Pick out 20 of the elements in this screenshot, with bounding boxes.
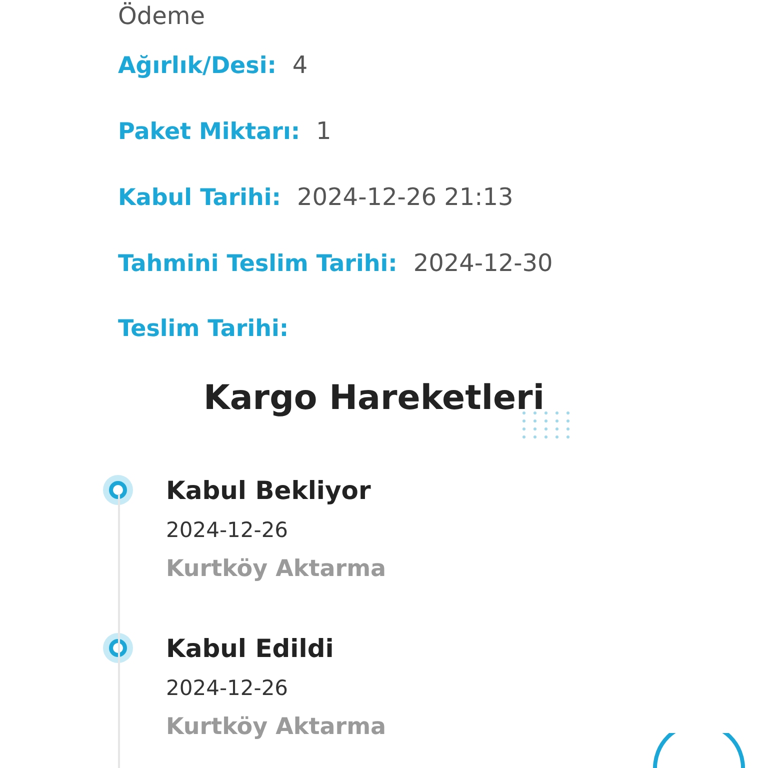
event-title: Kabul Edildi bbox=[166, 633, 335, 665]
detail-value: 4 bbox=[292, 50, 308, 81]
timeline-dot-icon bbox=[102, 474, 134, 506]
detail-value: 2024-12-26 21:13 bbox=[297, 182, 514, 213]
event-date: 2024-12-26 bbox=[166, 518, 290, 542]
detail-label: Paket Miktarı: bbox=[118, 118, 300, 147]
detail-label: Teslim Tarihi: bbox=[118, 315, 289, 344]
round-button[interactable] bbox=[652, 733, 746, 768]
payment-text: Ödeme bbox=[118, 1, 206, 32]
event-date: 2024-12-26 bbox=[166, 676, 290, 700]
detail-label: Kabul Tarihi: bbox=[118, 184, 281, 213]
event-title: Kabul Bekliyor bbox=[166, 475, 372, 507]
detail-label: Ağırlık/Desi: bbox=[118, 52, 276, 81]
event-location: Kurtköy Aktarma bbox=[166, 556, 388, 582]
detail-value: 2024-12-30 bbox=[413, 248, 553, 279]
detail-value: 1 bbox=[316, 116, 332, 147]
timeline-dot-icon bbox=[102, 632, 134, 664]
section-title: Kargo Hareketleri bbox=[204, 378, 544, 418]
detail-label: Tahmini Teslim Tarihi: bbox=[118, 250, 398, 279]
event-location: Kurtköy Aktarma bbox=[166, 714, 388, 740]
